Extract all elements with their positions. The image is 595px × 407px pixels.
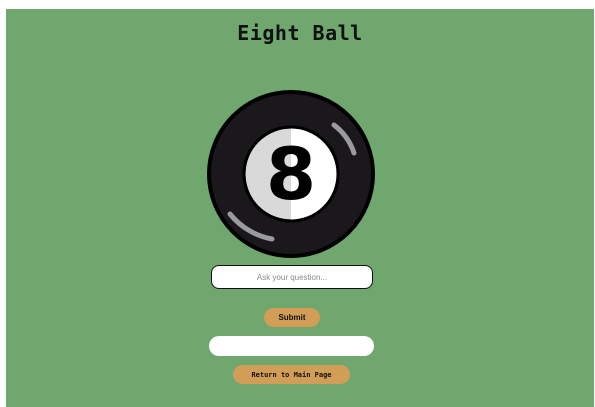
ball-number: 8 [266,132,316,216]
return-to-main-page-button[interactable]: Return to Main Page [233,365,350,384]
eight-ball-icon: 8 [207,90,375,258]
page-title: Eight Ball [237,21,363,45]
question-input[interactable] [211,265,373,289]
submit-button[interactable]: Submit [264,308,320,327]
answer-display [209,336,374,356]
eight-ball-page: Eight Ball 8 Submit Return to Main Page [6,9,594,407]
